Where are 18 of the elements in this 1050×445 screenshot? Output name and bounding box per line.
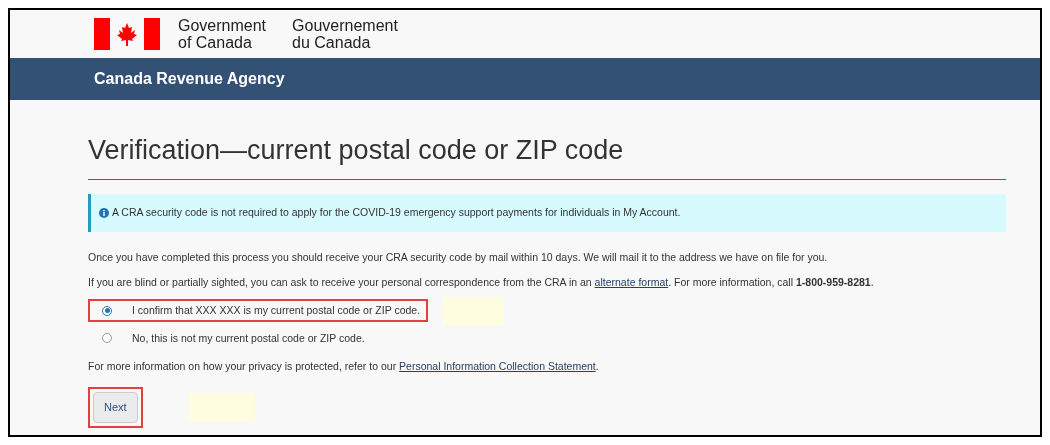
privacy-text: For more information on how your privacy is protected, refer to our Personal Information Collection Statement. (88, 359, 600, 375)
text-link[interactable]: Personal Information Collection Statement (399, 360, 596, 373)
page-title: Verification—current postal code or ZIP code (88, 130, 1006, 180)
gouvernement-du-canada-text: Gouvernement du Canada (292, 17, 398, 51)
radio-button[interactable] (102, 333, 112, 344)
next-button[interactable]: Next (93, 392, 138, 423)
radio-label: No, this is not my current postal code or ZIP code. (132, 330, 365, 346)
paragraph-text: If you are blind or partially sighted, you can ask to receive your personal correspondence from the CRA in an alternate format. For more information, call 1-800-959-8281. (88, 274, 875, 290)
alert-text: A CRA security code is not required to apply for the COVID-19 emergency support payments for individuals in My Account. (112, 204, 681, 220)
radio-button[interactable] (102, 305, 112, 316)
agency-name: Canada Revenue Agency (94, 69, 285, 89)
radio-label: I confirm that XXX XXX is my current postal code or ZIP code. (132, 302, 421, 318)
canada-flag-icon (94, 18, 160, 50)
redaction-patch (442, 296, 505, 325)
redaction-patch (188, 393, 255, 422)
info-icon (99, 207, 109, 218)
government-of-canada-text: Government of Canada (178, 17, 267, 51)
paragraph-text: Once you have completed this process you should receive your CRA security code by mail within 10 days. We will mail it to the address we have on file for you. (88, 249, 829, 265)
